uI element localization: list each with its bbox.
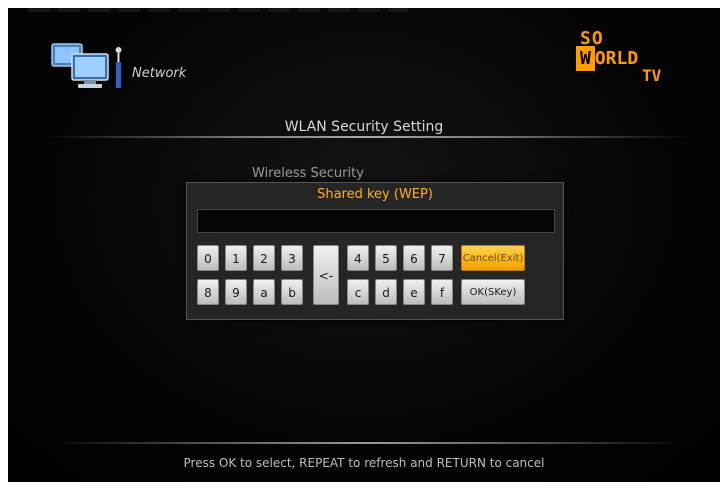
section-label: Network	[132, 66, 187, 81]
page-title-wrap: WLAN Security Setting	[8, 116, 720, 135]
key-3[interactable]: 3	[281, 245, 303, 271]
key-f[interactable]: f	[431, 279, 453, 305]
network-computers-icon	[51, 43, 122, 88]
shared-key-input[interactable]	[197, 209, 555, 233]
dialog-title: Shared key (WEP)	[317, 187, 433, 202]
page-title: WLAN Security Setting	[284, 119, 444, 135]
cancel-button[interactable]: Cancel(Exit)	[461, 245, 525, 271]
logo-text-tv: TV	[642, 66, 662, 85]
footer-divider	[48, 442, 688, 444]
key-7[interactable]: 7	[431, 245, 453, 271]
ok-button[interactable]: OK(SKey)	[461, 279, 525, 305]
logo-w-box: W	[576, 46, 595, 71]
key-2[interactable]: 2	[253, 245, 275, 271]
key-9[interactable]: 9	[225, 279, 247, 305]
key-8[interactable]: 8	[197, 279, 219, 305]
logo-text-world: W ORLD	[576, 46, 638, 71]
tv-screen: Network SO W ORLD TV WLAN Security Settin…	[8, 8, 720, 482]
key-e[interactable]: e	[403, 279, 425, 305]
key-d[interactable]: d	[375, 279, 397, 305]
footer-hint: Press OK to select, REPEAT to refresh an…	[183, 456, 545, 470]
top-decoration	[28, 8, 408, 12]
key-5[interactable]: 5	[375, 245, 397, 271]
wireless-security-label: Wireless Security	[252, 166, 364, 181]
shared-key-dialog: Shared key (WEP) 0 1 2 3 <- 4 5 6 7 Canc…	[186, 182, 564, 320]
key-6[interactable]: 6	[403, 245, 425, 271]
key-0[interactable]: 0	[197, 245, 219, 271]
channel-logo: SO W ORLD TV	[576, 28, 676, 88]
key-b[interactable]: b	[281, 279, 303, 305]
key-a[interactable]: a	[253, 279, 275, 305]
key-c[interactable]: c	[347, 279, 369, 305]
key-4[interactable]: 4	[347, 245, 369, 271]
key-1[interactable]: 1	[225, 245, 247, 271]
backspace-key[interactable]: <-	[313, 245, 339, 305]
header-divider	[48, 136, 688, 138]
